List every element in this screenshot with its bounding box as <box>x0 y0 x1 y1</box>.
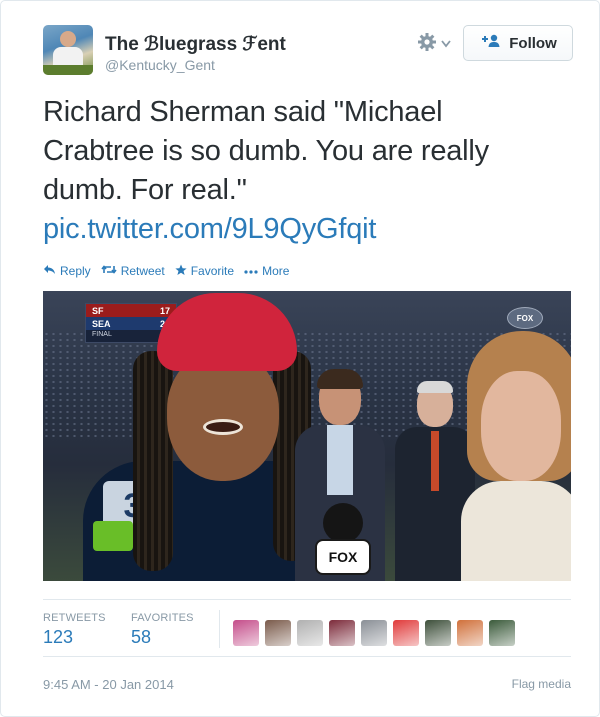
bystander-hair <box>317 369 363 389</box>
tweet-text-line: dumb. For real." <box>43 174 247 206</box>
favorite-action[interactable]: Favorite <box>175 264 234 279</box>
player-hair-left <box>133 351 173 571</box>
stats-divider <box>219 610 220 648</box>
favorite-label: Favorite <box>190 264 235 278</box>
retweet-action[interactable]: Retweet <box>101 264 165 278</box>
tweet-actions: Reply Retweet Favorite More <box>43 263 289 279</box>
favoriter-avatar[interactable] <box>265 620 291 646</box>
add-user-icon <box>479 34 501 52</box>
bystander-hair <box>417 381 453 393</box>
tweet-timestamp[interactable]: 9:45 AM - 20 Jan 2014 <box>43 677 174 692</box>
favoriter-avatar[interactable] <box>297 620 323 646</box>
tweet-media-link[interactable]: pic.twitter.com/9L9QyGfqit <box>43 213 376 245</box>
favorites-count: 58 <box>131 627 152 647</box>
tweet-text-line: Richard Sherman said "Michael <box>43 96 443 128</box>
avatar-shirt <box>53 47 83 67</box>
avatar-grass <box>43 65 93 75</box>
tweet-stats: RETWEETS 123 FAVORITES 58 <box>43 599 571 657</box>
favoriters-avatars <box>233 620 515 646</box>
reporter-face <box>481 371 561 481</box>
favoriter-avatar[interactable] <box>329 620 355 646</box>
player-bandana <box>157 293 297 371</box>
retweet-label: Retweet <box>120 264 165 278</box>
author-display-name[interactable]: The ℬluegrass ℱent <box>105 33 286 56</box>
microphone: FOX <box>315 503 371 581</box>
retweets-label: RETWEETS <box>43 612 106 624</box>
retweet-icon <box>101 264 117 278</box>
chevron-down-icon <box>441 35 451 53</box>
retweets-count: 123 <box>43 627 74 647</box>
favorites-label: FAVORITES <box>131 612 194 624</box>
more-label: More <box>262 264 290 278</box>
tweet-media-photo[interactable]: SF 17 SEA 23 FINAL FOX 3 <box>43 291 571 581</box>
reporter-figure <box>461 331 571 581</box>
network-logo: FOX <box>507 307 543 329</box>
reporter-scarf <box>461 481 571 581</box>
follow-button-label: Follow <box>509 34 557 52</box>
bystander-shirt <box>327 425 353 495</box>
favorite-star-icon <box>175 264 187 279</box>
tweet-text: Richard Sherman said "Michael Crabtree i… <box>43 93 573 249</box>
favoriter-avatar[interactable] <box>425 620 451 646</box>
tweet-text-line: Crabtree is so dumb. You are really <box>43 135 489 167</box>
reply-icon <box>43 264 56 278</box>
jersey-trim <box>93 521 133 551</box>
flag-media-link[interactable]: Flag media <box>512 677 571 691</box>
reply-label: Reply <box>60 264 91 278</box>
reply-action[interactable]: Reply <box>43 264 91 278</box>
favoriter-avatar[interactable] <box>457 620 483 646</box>
tweet-footer: 9:45 AM - 20 Jan 2014 Flag media <box>43 675 571 695</box>
favorites-stat[interactable]: FAVORITES 58 <box>131 612 194 648</box>
player-mouth <box>203 419 243 435</box>
microphone-head <box>323 503 363 543</box>
bystander-tie <box>431 431 439 491</box>
tweet-header: The ℬluegrass ℱent @Kentucky_Gent Follow <box>43 25 573 77</box>
favoriter-avatar[interactable] <box>489 620 515 646</box>
favoriter-avatar[interactable] <box>233 620 259 646</box>
team-name: SF <box>92 306 104 316</box>
microphone-flag: FOX <box>315 539 371 575</box>
follow-button[interactable]: Follow <box>463 25 573 61</box>
retweets-stat[interactable]: RETWEETS 123 <box>43 612 106 648</box>
more-dots-icon <box>244 264 258 278</box>
tweet-card: The ℬluegrass ℱent @Kentucky_Gent Follow… <box>0 0 600 717</box>
more-action[interactable]: More <box>244 264 289 278</box>
author-handle[interactable]: @Kentucky_Gent <box>105 57 215 73</box>
gear-icon <box>417 32 437 57</box>
settings-menu-button[interactable] <box>417 31 463 57</box>
favoriter-avatar[interactable] <box>393 620 419 646</box>
author-avatar[interactable] <box>43 25 93 75</box>
avatar-head <box>60 31 76 47</box>
favoriter-avatar[interactable] <box>361 620 387 646</box>
